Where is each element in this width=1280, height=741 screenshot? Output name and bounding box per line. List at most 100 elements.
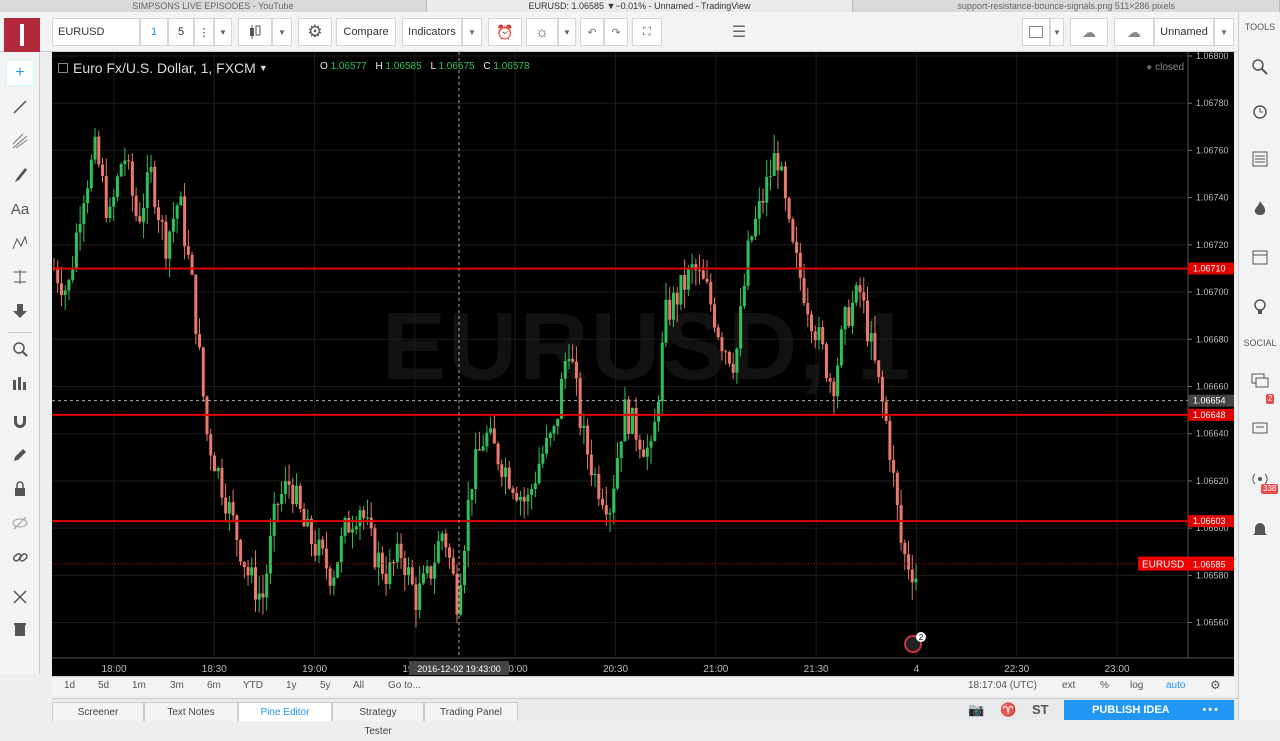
extended-hours-toggle[interactable]: ext <box>1062 680 1075 691</box>
interval-dropdown-icon[interactable]: ▼ <box>214 18 232 46</box>
chart-style-button[interactable] <box>238 18 272 46</box>
range-5d[interactable]: 5d <box>98 680 109 691</box>
tab-strategy-tester[interactable]: Strategy Tester <box>332 702 424 737</box>
settings-button[interactable]: ⚙ <box>298 18 332 46</box>
undo-button[interactable]: ↶ <box>580 18 604 46</box>
ideas-stream-button[interactable] <box>1247 294 1273 320</box>
lock-drawings-button[interactable] <box>6 476 34 502</box>
calendar-button[interactable] <box>1247 244 1273 270</box>
brush-tool-button[interactable] <box>6 162 34 188</box>
chart-canvas[interactable]: 1.06800 1.06780 1.06760 1.06740 1.06720 1.067… <box>52 52 1234 676</box>
candle-body <box>127 160 131 162</box>
stocktwits-icon[interactable]: ST <box>1032 702 1049 717</box>
tab-screener[interactable]: Screener <box>52 702 144 721</box>
alert-button[interactable]: ⏰ <box>488 18 522 46</box>
candle-body <box>638 439 642 450</box>
chart-title-dropdown-icon[interactable]: ▼ <box>259 63 268 73</box>
candle-body <box>735 348 739 373</box>
interval-button-5[interactable]: 5 <box>168 18 194 46</box>
price-chart[interactable]: EURUSD, 1 1.06800 1.06780 1.06760 1.06740 1.… <box>52 52 1234 676</box>
scale-settings-gear-icon[interactable]: ⚙ <box>1210 678 1221 692</box>
compare-button[interactable]: Compare <box>336 18 396 46</box>
candle-body <box>601 498 605 506</box>
chart-title[interactable]: Euro Fx/U.S. Dollar, 1, FXCM <box>73 60 256 76</box>
sync-drawings-button[interactable] <box>6 544 34 570</box>
bars-pattern-tool-button[interactable] <box>6 370 34 396</box>
alerts-button[interactable] <box>1247 98 1273 124</box>
range-all[interactable]: All <box>353 680 364 691</box>
delete-button[interactable] <box>6 616 34 642</box>
crosshair-tool-button[interactable]: + <box>6 60 34 86</box>
candle-body <box>149 166 153 173</box>
log-scale-toggle[interactable]: log <box>1130 680 1143 691</box>
indicators-button[interactable]: Indicators <box>402 18 462 46</box>
range-1y[interactable]: 1y <box>286 680 297 691</box>
private-chats-button[interactable] <box>1247 416 1273 442</box>
browser-tab-active[interactable]: EURUSD: 1.06585 ▼−0.01% - Unnamed - Trad… <box>426 0 854 12</box>
chart-style-dropdown-icon[interactable]: ▼ <box>272 18 292 46</box>
publish-idea-button[interactable]: PUBLISH IDEA ••• <box>1064 700 1234 720</box>
hide-drawings-button[interactable] <box>6 510 34 536</box>
layout-name-label[interactable]: Unnamed <box>1154 18 1214 46</box>
go-to-date-button[interactable]: Go to... <box>388 680 421 691</box>
range-5y[interactable]: 5y <box>320 680 331 691</box>
more-dots-icon[interactable]: ••• <box>1202 700 1220 720</box>
percent-scale-toggle[interactable]: % <box>1100 680 1109 691</box>
magnet-mode-button[interactable] <box>6 408 34 434</box>
ideas-button[interactable]: ☼ <box>526 18 558 46</box>
browser-tab[interactable]: SIMPSONS LIVE EPISODES - YouTube <box>0 0 427 12</box>
utc-clock[interactable]: 18:17:04 (UTC) <box>968 680 1037 691</box>
layout-grid-button[interactable] <box>1022 18 1050 46</box>
remove-drawings-button[interactable] <box>6 584 34 610</box>
social-header: SOCIAL <box>1243 338 1277 348</box>
measure-tool-button[interactable] <box>6 264 34 290</box>
notifications-button[interactable] <box>1247 516 1273 542</box>
tab-text-notes[interactable]: Text Notes <box>144 702 238 721</box>
range-1m[interactable]: 1m <box>132 680 146 691</box>
candle-body <box>138 216 142 222</box>
candle-body <box>276 503 280 505</box>
pitchfork-tool-button[interactable] <box>6 128 34 154</box>
layout-menu-button[interactable]: ☰ <box>726 18 752 46</box>
camera-icon[interactable]: 📷 <box>968 702 984 718</box>
zoom-tool-button[interactable] <box>6 336 34 362</box>
range-1d[interactable]: 1d <box>64 680 75 691</box>
candle-body <box>739 306 743 349</box>
chats-button[interactable] <box>1247 368 1273 394</box>
candle-body <box>227 502 231 514</box>
save-layout-button[interactable]: ☁ <box>1114 18 1154 46</box>
load-layout-button[interactable]: ☁ <box>1070 18 1108 46</box>
redo-button[interactable]: ↷ <box>604 18 628 46</box>
arrow-tool-button[interactable] <box>6 298 34 324</box>
ideas-dropdown-icon[interactable]: ▼ <box>558 18 576 46</box>
pattern-tool-button[interactable] <box>6 230 34 256</box>
stay-in-drawing-mode-button[interactable] <box>6 442 34 468</box>
tab-trading-panel[interactable]: Trading Panel <box>424 702 518 721</box>
data-window-button[interactable] <box>1247 146 1273 172</box>
candle-body <box>474 449 478 490</box>
watchlist-button[interactable] <box>1247 54 1273 80</box>
browser-tab[interactable]: support-resistance-bounce-signals.png 51… <box>853 0 1280 12</box>
app-logo-button[interactable] <box>4 18 40 52</box>
hotlists-button[interactable] <box>1247 196 1273 222</box>
range-3m[interactable]: 3m <box>170 680 184 691</box>
twitter-icon[interactable]: ♈ <box>1000 702 1016 718</box>
range-6m[interactable]: 6m <box>207 680 221 691</box>
candle-body <box>888 421 892 460</box>
x-tick-label: 19:00 <box>302 664 327 675</box>
more-intervals-icon[interactable]: ⋮ <box>194 18 214 46</box>
layout-grid-dropdown-icon[interactable]: ▼ <box>1050 18 1064 46</box>
interval-button-1[interactable]: 1 <box>140 18 168 46</box>
fullscreen-button[interactable]: ⛶ <box>632 18 662 46</box>
candle-body <box>559 378 563 419</box>
trendline-tool-button[interactable] <box>6 94 34 120</box>
auto-scale-toggle[interactable]: auto <box>1166 680 1185 691</box>
collapse-legend-icon[interactable] <box>58 63 68 73</box>
symbol-search-input[interactable]: EURUSD <box>52 18 140 46</box>
tab-pine-editor[interactable]: Pine Editor <box>238 702 332 721</box>
y-tick-label: 1.06580 <box>1196 570 1229 580</box>
layout-name-dropdown-icon[interactable]: ▼ <box>1214 18 1234 46</box>
range-ytd[interactable]: YTD <box>243 680 263 691</box>
text-tool-button[interactable]: Aa <box>6 196 34 222</box>
indicators-dropdown-icon[interactable]: ▼ <box>462 18 482 46</box>
